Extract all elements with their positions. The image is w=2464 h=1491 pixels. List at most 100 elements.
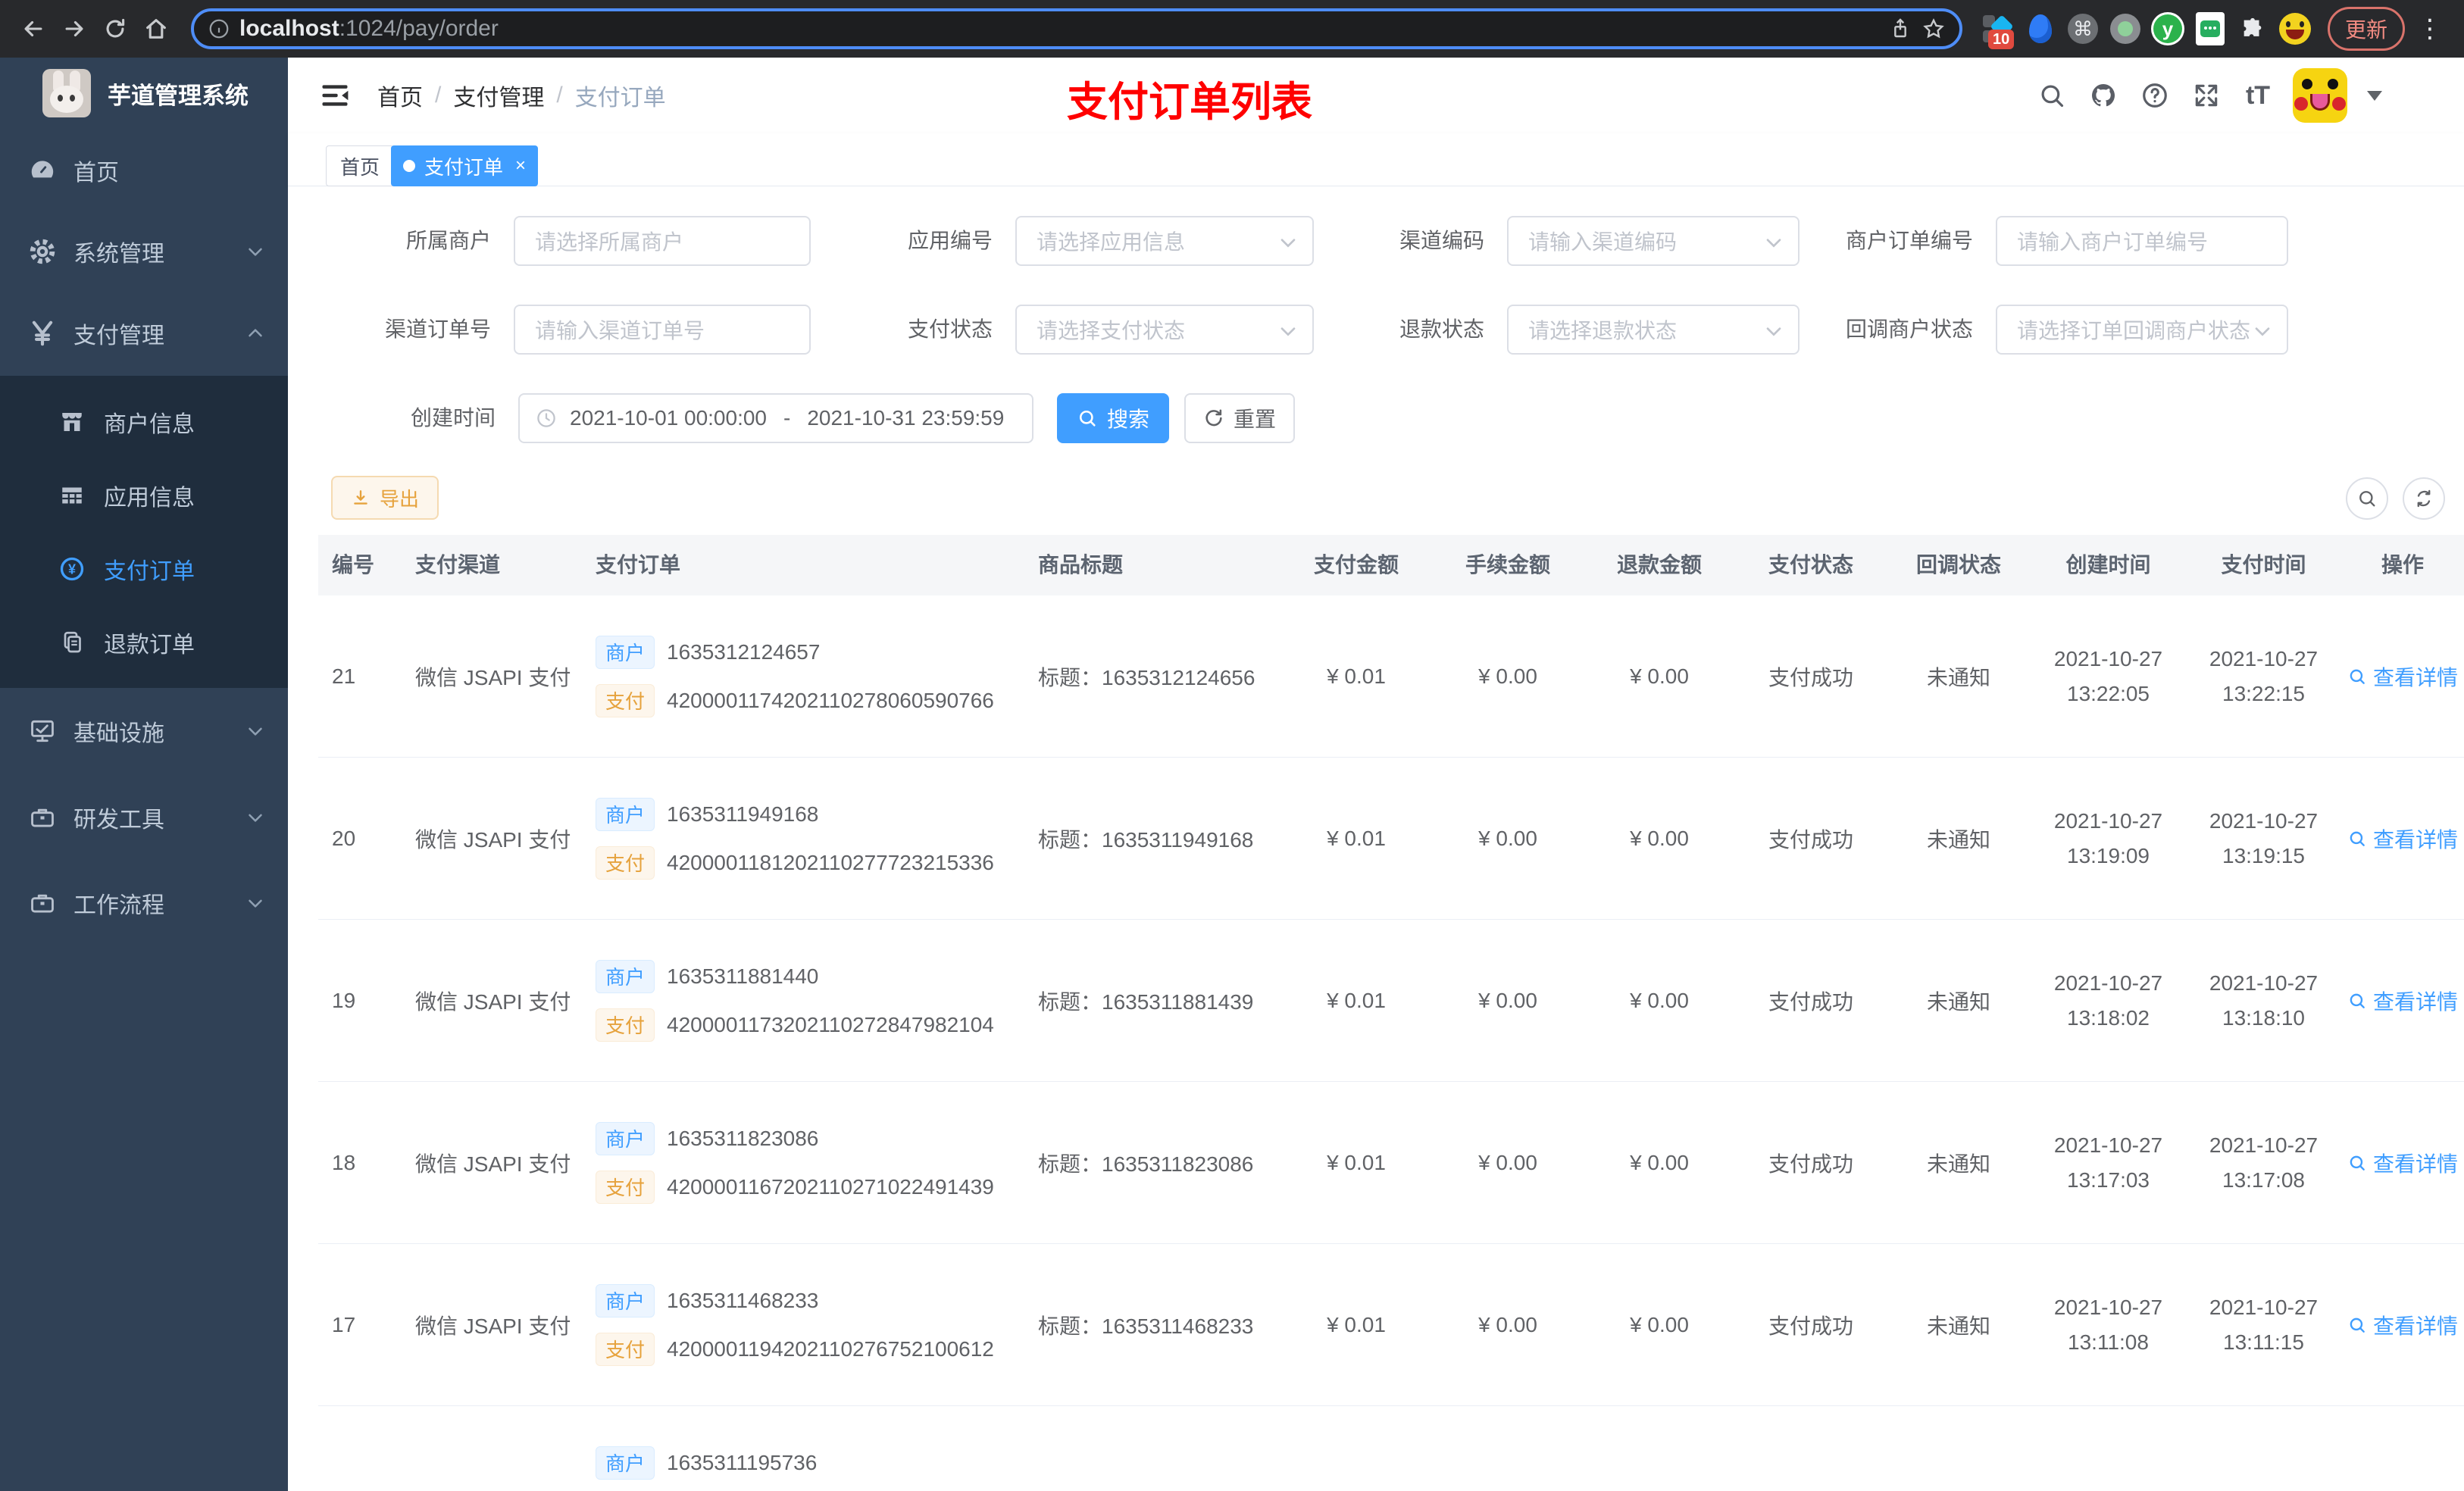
chevron-down-icon xyxy=(1762,319,1786,343)
profile-avatar-emoji[interactable] xyxy=(2278,11,2312,46)
channel-pay-no: 4200001181202110277723215336 xyxy=(667,850,994,874)
sidebar-item-pay-order[interactable]: ¥ 支付订单 xyxy=(0,532,288,605)
filter-refund-status: 退款状态 请选择退款状态 xyxy=(1399,305,1800,355)
tag-close-icon[interactable]: × xyxy=(515,155,526,177)
table-row: 19 微信 JSAPI 支付 商户 1635311881440 支付 42000… xyxy=(318,920,2464,1082)
browser-home-button[interactable] xyxy=(139,12,173,45)
search-button[interactable]: 搜索 xyxy=(1057,393,1169,443)
cell-status: 支付成功 xyxy=(1768,665,1853,689)
sidebar-item-home[interactable]: 首页 xyxy=(0,129,288,212)
view-detail-link[interactable]: 查看详情 xyxy=(2347,1148,2458,1178)
filter-label: 退款状态 xyxy=(1399,317,1484,341)
extension-y-icon[interactable]: y xyxy=(2150,11,2185,46)
sidebar-item-merchant-info[interactable]: 商户信息 xyxy=(0,385,288,458)
fullscreen-icon[interactable] xyxy=(2190,79,2223,112)
chevron-down-icon xyxy=(2250,319,2275,343)
bookmark-star-icon[interactable] xyxy=(1921,17,1946,41)
refund-status-select[interactable]: 请选择退款状态 xyxy=(1507,305,1800,355)
sidebar-item-infrastructure[interactable]: 基础设施 xyxy=(0,688,288,774)
export-button[interactable]: 导出 xyxy=(331,476,439,520)
toolbox-icon xyxy=(28,803,57,832)
pay-chip: 支付 xyxy=(596,1008,655,1042)
cell-fee: ¥ 0.00 xyxy=(1478,1312,1537,1336)
cell-channel: 微信 JSAPI 支付 xyxy=(415,665,571,689)
merchant-order-line: 商户 1635311949168 xyxy=(596,797,1008,831)
merchant-select[interactable]: 请选择所属商户 xyxy=(514,216,811,266)
refresh-cycle-icon xyxy=(2417,489,2431,508)
merchant-chip: 商户 xyxy=(596,959,655,993)
view-detail-link[interactable]: 查看详情 xyxy=(2347,1310,2458,1340)
filter-merchant: 所属商户 请选择所属商户 xyxy=(406,216,811,266)
help-icon[interactable] xyxy=(2138,79,2172,112)
channel-order-no-input[interactable]: 请输入渠道订单号 xyxy=(514,305,811,355)
merchant-order-no-input[interactable]: 请输入商户订单编号 xyxy=(1996,216,2288,266)
pay-status-select[interactable]: 请选择支付状态 xyxy=(1015,305,1314,355)
extension-chat-icon[interactable] xyxy=(2193,11,2228,46)
cell-id: 17 xyxy=(332,1312,356,1336)
search-icon[interactable] xyxy=(2035,79,2068,112)
font-size-icon[interactable]: tT xyxy=(2241,79,2275,112)
extensions-puzzle-icon[interactable] xyxy=(2235,11,2270,46)
cell-action xyxy=(2341,1406,2464,1491)
cell-action: 查看详情 xyxy=(2341,595,2464,757)
view-detail-link[interactable]: 查看详情 xyxy=(2347,986,2458,1016)
filter-channel-code: 渠道编码 请输入渠道编码 xyxy=(1399,216,1800,266)
date-range-input[interactable]: 2021-10-01 00:00:00 - 2021-10-31 23:59:5… xyxy=(518,393,1033,443)
avatar-caret-icon[interactable] xyxy=(2367,90,2382,101)
browser-update-button[interactable]: 更新 xyxy=(2327,7,2405,51)
toggle-search-button[interactable] xyxy=(2346,477,2388,520)
refresh-table-button[interactable] xyxy=(2403,477,2445,520)
browser-reload-button[interactable] xyxy=(98,12,132,45)
breadcrumb-home[interactable]: 首页 xyxy=(377,79,423,112)
tag-pay-order[interactable]: 支付订单 × xyxy=(391,145,539,186)
cell-id xyxy=(318,1406,409,1491)
filter-label: 应用编号 xyxy=(907,229,993,252)
merchant-order-line: 商户 1635311468233 xyxy=(596,1283,1008,1318)
filter-notify-status: 回调商户状态 请选择订单回调商户状态 xyxy=(1846,305,2288,355)
merchant-order-line: 商户 1635311823086 xyxy=(596,1121,1008,1155)
filter-channel-order-no: 渠道订单号 请输入渠道订单号 xyxy=(385,305,811,355)
browser-forward-button[interactable] xyxy=(58,12,91,45)
cell-status xyxy=(1735,1406,1887,1491)
address-bar[interactable]: localhost:1024/pay/order xyxy=(191,8,1962,49)
view-detail-link[interactable]: 查看详情 xyxy=(2347,661,2458,692)
table-row: 21 微信 JSAPI 支付 商户 1635312124657 支付 42000… xyxy=(318,595,2464,758)
sidebar-item-workflow[interactable]: 工作流程 xyxy=(0,860,288,946)
sidebar-item-refund-order[interactable]: 退款订单 xyxy=(0,605,288,679)
app-select[interactable]: 请选择应用信息 xyxy=(1015,216,1314,266)
tag-home[interactable]: 首页 xyxy=(326,145,395,186)
browser-back-button[interactable] xyxy=(17,12,50,45)
extension-balloon-icon[interactable] xyxy=(2023,11,2058,46)
reset-button[interactable]: 重置 xyxy=(1184,393,1295,443)
view-detail-link[interactable]: 查看详情 xyxy=(2347,824,2458,854)
extension-sketch-icon[interactable]: 10 xyxy=(1981,11,2015,49)
sidebar-item-system[interactable]: 系统管理 xyxy=(0,212,288,291)
sidebar-item-app-info[interactable]: 应用信息 xyxy=(0,458,288,532)
cell-amount: ¥ 0.01 xyxy=(1327,1312,1386,1336)
channel-code-select[interactable]: 请输入渠道编码 xyxy=(1507,216,1800,266)
share-icon[interactable] xyxy=(1888,17,1912,41)
chevron-down-icon xyxy=(244,240,267,263)
cell-status: 支付成功 xyxy=(1768,989,1853,1014)
sidebar-item-dev-tools[interactable]: 研发工具 xyxy=(0,774,288,860)
user-avatar[interactable] xyxy=(2293,68,2347,123)
cell-amount: ¥ 0.01 xyxy=(1327,664,1386,688)
browser-menu-icon[interactable]: ⋮ xyxy=(2412,14,2447,44)
github-icon[interactable] xyxy=(2087,79,2120,112)
extension-recorder-icon[interactable] xyxy=(2108,11,2143,46)
filter-label: 支付状态 xyxy=(907,317,993,341)
sidebar-collapse-icon[interactable] xyxy=(318,79,352,112)
sidebar-logo[interactable]: 芋道管理系统 xyxy=(0,58,288,129)
sidebar-item-payment[interactable]: 支付管理 xyxy=(0,291,288,376)
column-header: 支付金额 xyxy=(1313,553,1399,577)
sidebar-item-label: 支付管理 xyxy=(73,324,164,349)
breadcrumb-pay-manage[interactable]: 支付管理 xyxy=(453,79,544,112)
cell-pay-time xyxy=(2186,1406,2341,1491)
page-info-icon[interactable] xyxy=(208,17,230,40)
notify-status-select[interactable]: 请选择订单回调商户状态 xyxy=(1996,305,2288,355)
cell-fee xyxy=(1432,1406,1584,1491)
merchant-order-no: 1635311881440 xyxy=(667,964,819,988)
filter-label: 所属商户 xyxy=(405,229,491,252)
extension-command-icon[interactable]: ⌘ xyxy=(2065,11,2100,46)
pay-chip: 支付 xyxy=(596,1170,655,1204)
